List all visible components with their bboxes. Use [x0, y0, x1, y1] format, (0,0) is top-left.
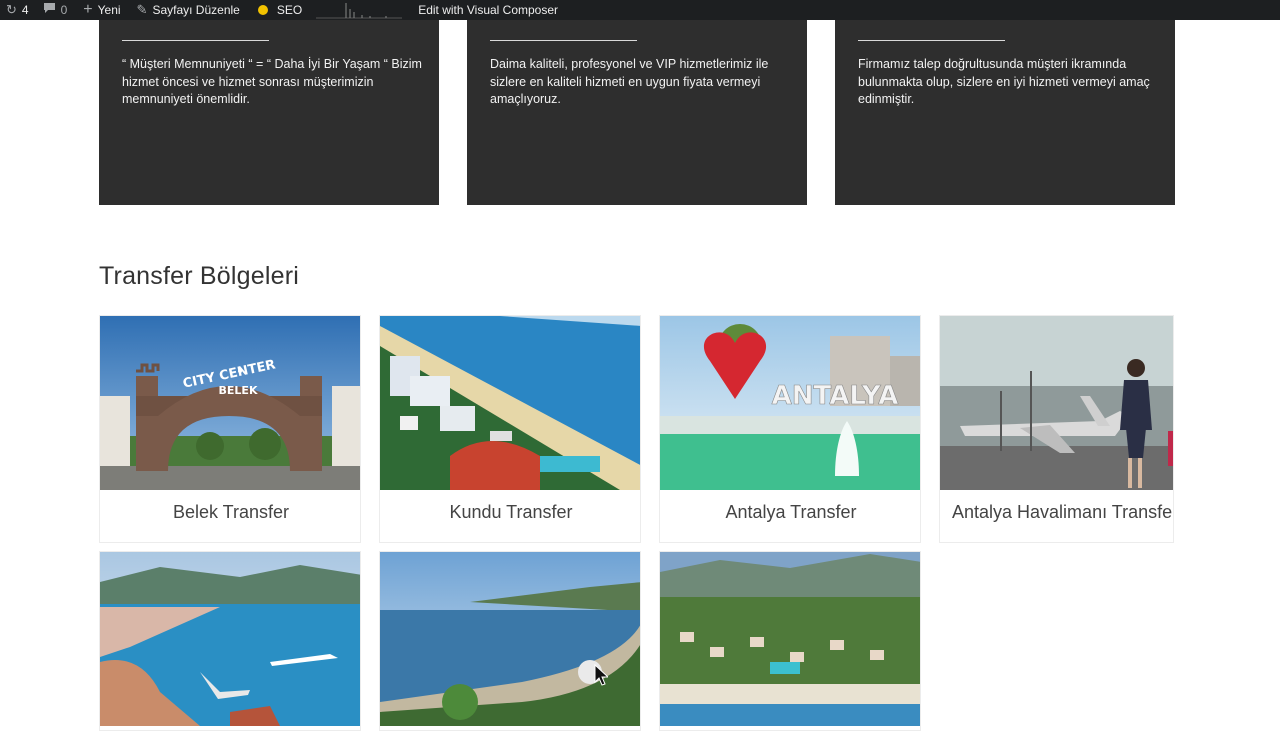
region-label[interactable]: Antalya Transfer: [660, 502, 920, 523]
edit-page-label: Sayfayı Düzenle: [152, 3, 240, 17]
belek-photo[interactable]: CITY CENTER BELEK: [100, 316, 360, 490]
feature-divider: [490, 40, 637, 41]
mouse-cursor-icon: [594, 664, 608, 686]
comments-item[interactable]: 0: [43, 0, 68, 20]
feature-divider: [858, 40, 1005, 41]
antalya-photo[interactable]: ANTALYA: [660, 316, 920, 490]
seo-item[interactable]: SEO: [257, 0, 303, 20]
new-label: Yeni: [97, 3, 121, 17]
antalya-sign: ANTALYA: [772, 381, 899, 411]
region-label[interactable]: Belek Transfer: [100, 502, 360, 523]
region-card-kundu[interactable]: Kundu Transfer: [379, 315, 641, 543]
region-card-belek[interactable]: CITY CENTER BELEK Belek Transfer: [99, 315, 361, 543]
updates-item[interactable]: ↻ 4: [6, 0, 29, 20]
seo-status-dot: [257, 5, 268, 15]
feature-box: Daima kaliteli, profesyonel ve VIP hizme…: [467, 20, 807, 205]
region-card-resort[interactable]: [659, 551, 921, 731]
region-label[interactable]: Antalya Havalimanı Transfer: [940, 502, 1173, 523]
region-card-alanya[interactable]: [99, 551, 361, 731]
feature-box: “ Müşteri Memnuniyeti “ = “ Daha İyi Bir…: [99, 20, 439, 205]
region-label[interactable]: Kundu Transfer: [380, 502, 640, 523]
kundu-photo[interactable]: [380, 316, 640, 490]
airport-photo[interactable]: [940, 316, 1173, 490]
edit-page-item[interactable]: ✎ Sayfayı Düzenle: [137, 0, 240, 20]
feature-text: Firmamız talep doğrultusunda müşteri ikr…: [858, 57, 1150, 106]
visual-composer-label: Edit with Visual Composer: [418, 3, 559, 17]
refresh-icon: ↻: [6, 2, 17, 17]
region-card-antalya[interactable]: ANTALYA Antalya Transfer: [659, 315, 921, 543]
stats-sparkline[interactable]: [316, 1, 403, 19]
feature-box: Firmamız talep doğrultusunda müşteri ikr…: [835, 20, 1175, 205]
updates-count: 4: [21, 3, 29, 17]
admin-bar: ↻ 4 0 + Yeni ✎ Sayfayı Düzenle SEO Edit …: [0, 0, 1280, 20]
plus-icon: +: [83, 1, 93, 18]
comments-count: 0: [60, 3, 68, 17]
pencil-icon: ✎: [136, 2, 148, 17]
visual-composer-item[interactable]: Edit with Visual Composer: [418, 0, 558, 20]
seo-label: SEO: [276, 3, 303, 17]
kemer-photo[interactable]: [380, 552, 640, 726]
feature-text: “ Müşteri Memnuniyeti “ = “ Daha İyi Bir…: [122, 57, 422, 106]
new-content-item[interactable]: + Yeni: [83, 0, 120, 20]
section-title: Transfer Bölgeleri: [99, 262, 299, 290]
resort-photo[interactable]: [660, 552, 920, 726]
feature-divider: [122, 40, 269, 41]
alanya-photo[interactable]: [100, 552, 360, 726]
comment-icon: [43, 0, 56, 20]
region-card-kemer[interactable]: [379, 551, 641, 731]
belek-sign-bottom: BELEK: [219, 384, 258, 397]
feature-text: Daima kaliteli, profesyonel ve VIP hizme…: [490, 57, 769, 106]
region-card-airport[interactable]: Antalya Havalimanı Transfer: [939, 315, 1174, 543]
